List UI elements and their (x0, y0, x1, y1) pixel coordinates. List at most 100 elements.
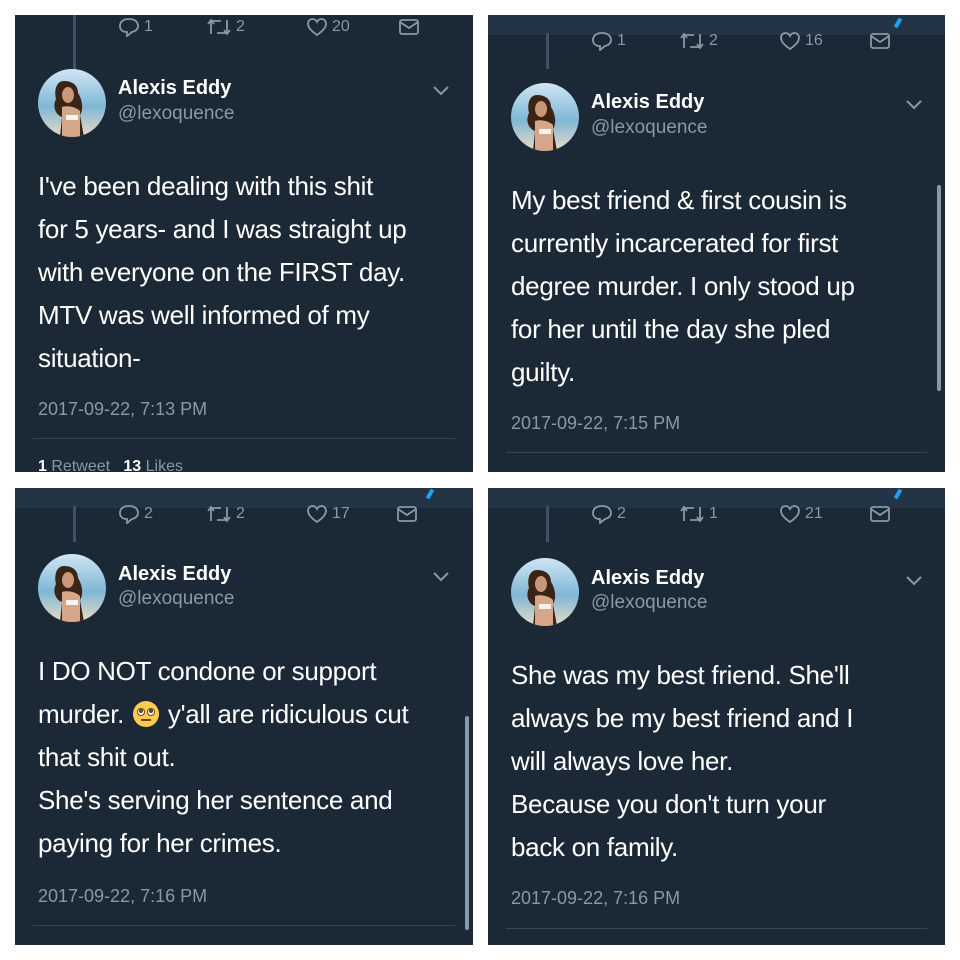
like-icon (780, 32, 800, 51)
tweet-text-line: MTV was well informed of my (38, 300, 370, 330)
retweet-icon (680, 505, 704, 523)
reply-count: 2 (144, 505, 153, 522)
like-button[interactable]: 16 (779, 29, 823, 53)
tweet-timestamp[interactable]: 2017-09-22, 7:16 PM (511, 888, 680, 909)
reply-count: 1 (144, 18, 153, 35)
avatar[interactable] (38, 554, 106, 622)
user-handle[interactable]: @lexoquence (118, 588, 234, 610)
divider (33, 438, 455, 439)
tweet-text: I've been dealing with this shit for 5 y… (38, 165, 456, 380)
tweet-text-line: for 5 years- and I was straight up (38, 214, 407, 244)
tweet-text-line: My best friend & first cousin is (511, 185, 847, 215)
tweet-panel-3: 2 2 17 Alexis Eddy @lexoquence I DO NOT … (15, 488, 473, 945)
retweet-button[interactable]: 1 (679, 502, 718, 526)
tweet-actions: 1 2 16 (591, 29, 911, 53)
tweet-text-line: that shit out. (38, 742, 176, 772)
tweet-timestamp[interactable]: 2017-09-22, 7:16 PM (38, 886, 207, 907)
message-icon (870, 506, 890, 522)
chevron-down-icon[interactable] (432, 85, 450, 97)
tweet-text-line: I DO NOT condone or support (38, 656, 377, 686)
tweet-text-line: currently incarcerated for first (511, 228, 839, 258)
tweet-text-line: with everyone on the FIRST day. (38, 257, 405, 287)
tweet-stats: 1 Retweet 13 Likes (38, 458, 183, 472)
tweet-text-line: back on family. (511, 832, 678, 862)
like-icon (780, 505, 800, 524)
tweet-text-line: will always love her. (511, 746, 734, 776)
chevron-down-icon[interactable] (905, 575, 923, 587)
message-button[interactable] (869, 29, 891, 53)
rolling-eyes-emoji (132, 701, 159, 727)
tweet-panel-2: 1 2 16 Alexis Eddy @lexoquence My best f… (488, 15, 945, 472)
like-label[interactable]: Likes (146, 458, 183, 472)
tweet-text: I DO NOT condone or support murder. y'al… (38, 650, 456, 865)
reply-button[interactable]: 1 (591, 29, 626, 53)
user-handle[interactable]: @lexoquence (591, 592, 707, 614)
like-icon (307, 18, 327, 37)
like-count: 17 (332, 505, 350, 522)
tweet-timestamp[interactable]: 2017-09-22, 7:15 PM (511, 413, 680, 434)
tweet-text-line: I've been dealing with this shit (38, 171, 374, 201)
avatar[interactable] (511, 558, 579, 626)
message-button[interactable] (396, 502, 418, 526)
tweet-text: My best friend & first cousin is current… (511, 179, 929, 394)
tweet-text-segment: murder. (38, 699, 125, 729)
reply-icon (592, 505, 612, 524)
like-total[interactable]: 13 (123, 458, 141, 472)
thread-line (73, 506, 76, 542)
display-name[interactable]: Alexis Eddy (118, 563, 231, 586)
reply-button[interactable]: 1 (118, 15, 153, 39)
reply-button[interactable]: 2 (118, 502, 153, 526)
like-button[interactable]: 21 (779, 502, 823, 526)
chevron-down-icon[interactable] (432, 571, 450, 583)
user-handle[interactable]: @lexoquence (118, 103, 234, 125)
scrollbar[interactable] (465, 716, 469, 930)
tweet-actions: 1 2 20 (118, 15, 438, 39)
retweet-label[interactable]: Retweet (51, 458, 110, 472)
display-name[interactable]: Alexis Eddy (118, 77, 231, 100)
retweet-button[interactable]: 2 (206, 15, 245, 39)
thread-line (73, 15, 76, 55)
tweet-text-segment: y'all are ridiculous cut (167, 699, 409, 729)
tweet-text-line: She's serving her sentence and (38, 785, 393, 815)
tweet-text-line: situation- (38, 343, 141, 373)
thread-line (546, 506, 549, 542)
tweet-text-line: always be my best friend and I (511, 703, 854, 733)
reply-icon (119, 505, 139, 524)
tweet-text-line: guilty. (511, 357, 575, 387)
like-button[interactable]: 20 (306, 15, 350, 39)
message-button[interactable] (869, 502, 891, 526)
divider (33, 925, 455, 926)
reply-button[interactable]: 2 (591, 502, 626, 526)
retweet-count: 2 (236, 505, 245, 522)
tweet-text-line: paying for her crimes. (38, 828, 282, 858)
tweet-panel-4: 2 1 21 Alexis Eddy @lexoquence She was m… (488, 488, 945, 945)
retweet-icon (680, 32, 704, 50)
reply-icon (119, 18, 139, 37)
tweet-text-line: She was my best friend. She'll (511, 660, 850, 690)
tweet-actions: 2 2 17 (118, 502, 438, 526)
user-handle[interactable]: @lexoquence (591, 117, 707, 139)
like-button[interactable]: 17 (306, 502, 350, 526)
avatar[interactable] (38, 69, 106, 137)
message-icon (399, 19, 419, 35)
scrollbar[interactable] (937, 185, 941, 391)
reply-icon (592, 32, 612, 51)
message-icon (870, 33, 890, 49)
tweet-actions: 2 1 21 (591, 502, 911, 526)
tweet-timestamp[interactable]: 2017-09-22, 7:13 PM (38, 399, 207, 420)
like-count: 20 (332, 18, 350, 35)
chevron-down-icon[interactable] (905, 99, 923, 111)
like-count: 21 (805, 505, 823, 522)
retweet-icon (207, 505, 231, 523)
display-name[interactable]: Alexis Eddy (591, 567, 704, 590)
message-button[interactable] (398, 15, 420, 39)
tweet-panel-1: 1 2 20 Alexis Eddy @lexoquence I've been… (15, 15, 473, 472)
like-icon (307, 505, 327, 524)
tweet-text-line: degree murder. I only stood up (511, 271, 855, 301)
display-name[interactable]: Alexis Eddy (591, 91, 704, 114)
avatar[interactable] (511, 83, 579, 151)
retweet-count: 2 (709, 32, 718, 49)
retweet-total[interactable]: 1 (38, 458, 47, 472)
retweet-button[interactable]: 2 (679, 29, 718, 53)
retweet-button[interactable]: 2 (206, 502, 245, 526)
